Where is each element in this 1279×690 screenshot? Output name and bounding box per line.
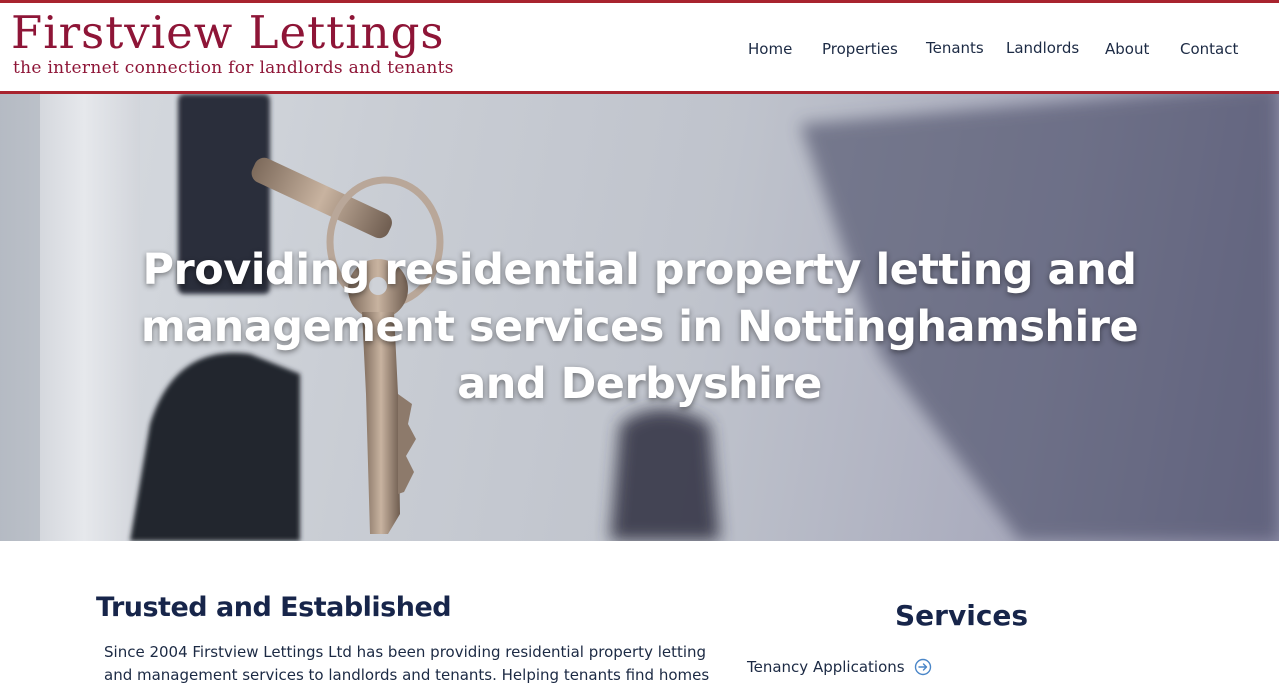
- main-nav: Home Properties Tenants Landlords About …: [0, 3, 1279, 91]
- nav-contact[interactable]: Contact: [1180, 40, 1238, 58]
- site-header: Firstview Lettings the internet connecti…: [0, 0, 1279, 94]
- about-text: Since 2004 Firstview Lettings Ltd has be…: [104, 643, 710, 690]
- service-link-tenancy-applications[interactable]: Tenancy Applications: [747, 658, 932, 676]
- main-content: Trusted and Established Since 2004 First…: [0, 541, 1279, 690]
- hero-headline: Providing residential property letting a…: [140, 245, 1139, 409]
- nav-properties[interactable]: Properties: [822, 40, 898, 58]
- nav-home[interactable]: Home: [748, 40, 792, 58]
- circle-arrow-right-icon: [914, 658, 932, 676]
- nav-about[interactable]: About: [1105, 40, 1149, 58]
- about-heading: Trusted and Established: [96, 592, 452, 623]
- nav-tenants[interactable]: Tenants: [926, 39, 984, 57]
- hero-banner: Providing residential property letting a…: [0, 94, 1279, 541]
- services-heading: Services: [895, 599, 1029, 632]
- service-link-label: Tenancy Applications: [747, 658, 905, 676]
- nav-landlords[interactable]: Landlords: [1006, 39, 1079, 57]
